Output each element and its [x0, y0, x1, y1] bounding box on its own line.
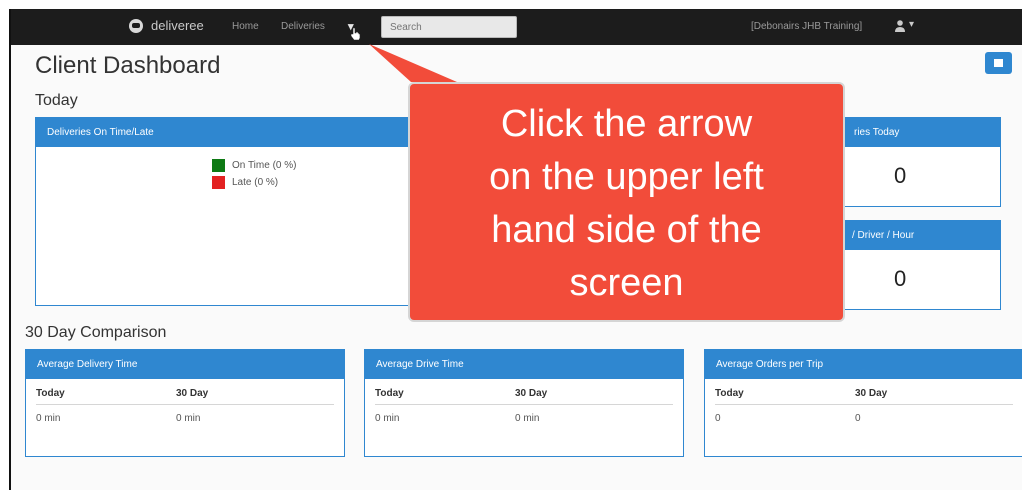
table-header: Today 30 Day — [375, 388, 673, 405]
callout-line: on the upper left — [489, 156, 764, 198]
callout-line: screen — [569, 262, 684, 304]
nav-link-deliveries[interactable]: Deliveries — [281, 21, 325, 32]
callout-line: hand side of the — [491, 209, 762, 251]
user-icon[interactable] — [895, 20, 905, 32]
page-title: Client Dashboard — [35, 52, 221, 79]
deliveree-logo-icon — [129, 18, 143, 33]
panel-average-orders-per-trip: Average Orders per Trip Today 30 Day 0 0 — [704, 349, 1024, 457]
panel-on-time-late: Deliveries On Time/Late On Time (0 %) La… — [35, 117, 415, 306]
callout-line: Click the arrow — [500, 103, 753, 145]
table-row: 0 0 — [715, 405, 1013, 424]
hand-cursor-icon — [351, 28, 361, 40]
app-frame: deliveree Home Deliveries ▾ [Debonairs J… — [9, 9, 1032, 490]
comparison-table: Today 30 Day 0 min 0 min — [36, 388, 334, 424]
30-day-value: 0 min — [515, 413, 540, 424]
table-header: Today 30 Day — [36, 388, 334, 405]
panel-title: Average Delivery Time — [26, 350, 344, 379]
panel-title: Average Drive Time — [365, 350, 683, 379]
today-value: 0 min — [36, 413, 61, 424]
legend-swatch — [212, 159, 225, 172]
driver-hour-value: 0 — [894, 266, 907, 291]
panel-average-delivery-time: Average Delivery Time Today 30 Day 0 min… — [25, 349, 345, 457]
section-title-comparison: 30 Day Comparison — [25, 324, 167, 341]
legend-swatch — [212, 176, 225, 189]
today-value: 0 min — [375, 413, 400, 424]
column-header-30-day: 30 Day — [515, 388, 548, 399]
panel-title: Average Orders per Trip — [705, 350, 1023, 379]
table-row: 0 min 0 min — [375, 405, 673, 424]
panel-average-drive-time: Average Drive Time Today 30 Day 0 min 0 … — [364, 349, 684, 457]
column-header-today: Today — [375, 388, 404, 399]
callout-text: Click the arrow on the upper left hand s… — [410, 98, 843, 310]
nav-link-home[interactable]: Home — [232, 21, 259, 32]
search-input[interactable] — [381, 16, 517, 38]
column-header-30-day: 30 Day — [855, 388, 888, 399]
tutorial-callout: Click the arrow on the upper left hand s… — [408, 82, 845, 322]
column-header-today: Today — [36, 388, 65, 399]
comparison-table: Today 30 Day 0 0 — [715, 388, 1013, 424]
calendar-button[interactable] — [985, 52, 1012, 74]
section-title-today: Today — [35, 92, 78, 109]
legend-label: On Time (0 %) — [232, 160, 297, 171]
chart-legend: On Time (0 %) Late (0 %) — [212, 159, 296, 193]
panel-title: Deliveries On Time/Late — [36, 118, 414, 147]
user-menu-caret[interactable]: ▾ — [909, 19, 914, 30]
table-row: 0 min 0 min — [36, 405, 334, 424]
brand[interactable]: deliveree — [129, 18, 204, 33]
column-header-30-day: 30 Day — [176, 388, 209, 399]
legend-item-on-time: On Time (0 %) — [212, 159, 296, 172]
legend-item-late: Late (0 %) — [212, 176, 296, 189]
top-navbar: deliveree Home Deliveries ▾ [Debonairs J… — [11, 9, 1032, 45]
30-day-value: 0 min — [176, 413, 201, 424]
30-day-value: 0 — [855, 413, 861, 424]
legend-label: Late (0 %) — [232, 177, 279, 188]
account-name[interactable]: [Debonairs JHB Training] — [751, 21, 862, 32]
brand-name: deliveree — [151, 18, 204, 33]
deliveries-today-value: 0 — [894, 163, 907, 188]
today-value: 0 — [715, 413, 721, 424]
table-header: Today 30 Day — [715, 388, 1013, 405]
comparison-table: Today 30 Day 0 min 0 min — [375, 388, 673, 424]
frame-border — [1022, 9, 1034, 490]
column-header-today: Today — [715, 388, 744, 399]
